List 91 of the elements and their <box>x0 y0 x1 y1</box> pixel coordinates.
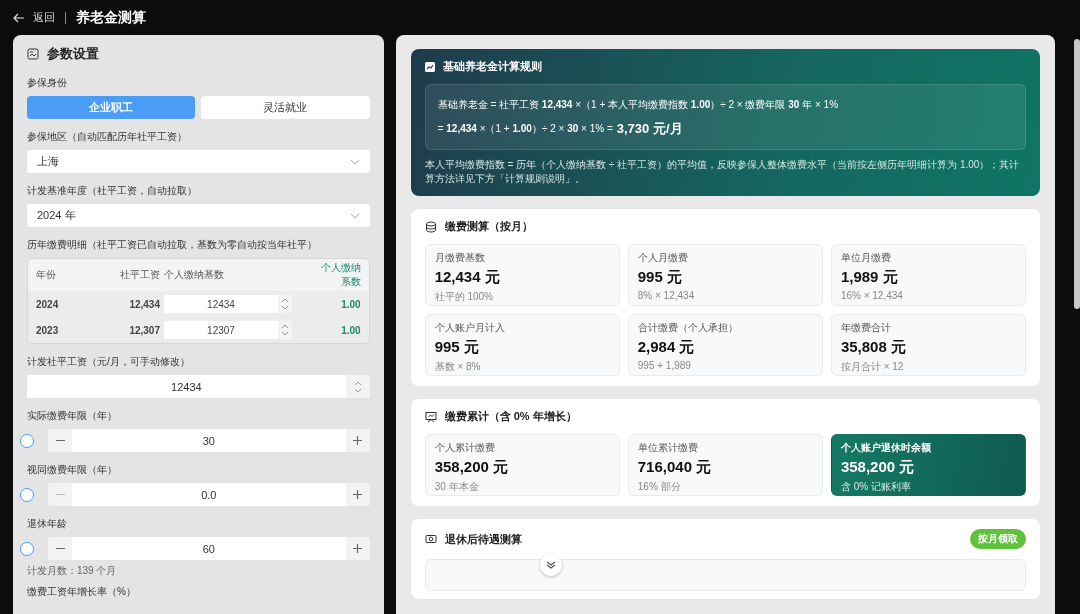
pension-result: 3,730 元/月 <box>616 120 683 138</box>
number-input[interactable]: 60 <box>72 537 346 560</box>
plus-icon <box>353 436 363 445</box>
stat-note: 16% × 12,434 <box>840 290 904 301</box>
card-title: 退休后待遇测算 <box>444 531 522 547</box>
plus-icon <box>353 544 363 553</box>
spinner-arrows-icon[interactable] <box>345 375 370 398</box>
stat-value: 12,434 元 <box>434 268 501 287</box>
field-label: 退休年龄 <box>27 517 68 531</box>
stat-value: 716,040 元 <box>637 458 713 477</box>
slider-handle[interactable] <box>20 487 34 502</box>
stat-label: 个人账户退休时余额 <box>840 441 932 455</box>
slider-handle[interactable] <box>20 541 34 556</box>
stat-note: 16% 部分 <box>637 480 682 494</box>
index-cell-text: 1.00 <box>340 298 361 310</box>
stat-label: 个人账户月计入 <box>434 321 506 335</box>
card-title: 缴费测算（按月） <box>444 219 533 234</box>
field-label: 计发社平工资（元/月，可手动修改） <box>27 355 191 369</box>
plus-button[interactable] <box>345 483 370 506</box>
field-label: 参保地区（自动匹配历年社平工资） <box>27 130 188 144</box>
spinner-arrows-icon[interactable] <box>278 321 292 339</box>
back-button[interactable]: 返回 <box>13 10 55 25</box>
stat-note: 995 + 1,989 <box>637 360 692 371</box>
field-label: 历年缴费明细（社平工资已自动拉取，基数为零自动按当年社平） <box>27 238 318 252</box>
panel-title: 参数设置 <box>47 45 99 63</box>
chart-icon <box>424 61 435 72</box>
wage-cell-text: 12,307 <box>128 324 160 336</box>
banknote-icon <box>424 533 437 545</box>
field-label: 实际缴费年限（年） <box>27 409 118 423</box>
year-dropdown[interactable]: 2024 年 <box>27 204 370 227</box>
wage-cell-text: 12,434 <box>128 298 160 310</box>
card-title: 基础养老金计算规则 <box>442 59 542 74</box>
stat-value: 358,200 元 <box>840 458 916 477</box>
stat-label: 月缴费基数 <box>434 251 486 265</box>
stat-value: 358,200 元 <box>434 458 510 477</box>
formula-text: 基础养老金 = 社平工资 12,434 ×（1 + 本人平均缴费指数 1.00）÷ 2 × 缴费年限 30 年 × 1% <box>437 98 840 112</box>
column-header: 社平工资 <box>119 268 160 282</box>
stat-value: 2,984 元 <box>637 338 696 357</box>
coins-icon <box>424 220 437 233</box>
column-header: 个人缴纳基数 <box>164 268 225 282</box>
base-input[interactable]: 12434 <box>164 295 278 313</box>
number-input[interactable]: 30 <box>72 429 346 452</box>
slider-handle[interactable] <box>20 433 34 448</box>
formula-text: = 12,434 ×（1 + 1.00）÷ 2 × 30 × 1% = <box>437 122 613 136</box>
field-label: 缴费工资年增长率（%） <box>27 585 137 599</box>
plus-button[interactable] <box>345 537 370 560</box>
status-badge: 按月领取 <box>970 529 1026 549</box>
back-arrow-icon <box>13 12 25 23</box>
stat-value: 995 元 <box>637 268 683 287</box>
stat-note: 社平的 100% <box>434 290 494 304</box>
plus-icon <box>353 490 363 499</box>
stat-note: 含 0% 记账利率 <box>840 480 912 494</box>
stat-note: 30 年本金 <box>434 480 480 494</box>
stat-value: 35,808 元 <box>840 338 907 357</box>
card-title: 缴费累计（含 0% 年增长） <box>444 409 577 424</box>
stat-value: 995 元 <box>434 338 480 357</box>
field-label: 视同缴费年限（年） <box>27 463 118 477</box>
field-label: 计发基准年度（社平工资，自动拉取） <box>27 184 198 198</box>
stat-value: 1,989 元 <box>840 268 899 287</box>
wage-input[interactable]: 12434 <box>27 375 346 398</box>
identity-option[interactable]: 灵活就业 <box>201 96 370 119</box>
settings-icon <box>27 48 39 60</box>
year-cell-text: 2024 <box>36 298 60 310</box>
stat-label: 个人月缴费 <box>637 251 689 265</box>
region-dropdown[interactable]: 上海 <box>27 150 370 173</box>
stat-label: 个人累计缴费 <box>434 441 496 455</box>
stat-note: 基数 × 8% <box>434 360 482 374</box>
stat-note: 按月合计 × 12 <box>840 360 905 374</box>
column-header: 个人缴纳系数 <box>320 261 361 289</box>
scrollbar[interactable] <box>1074 39 1080 309</box>
stat-label: 年缴费合计 <box>840 321 892 335</box>
spinner-arrows-icon[interactable] <box>278 295 292 313</box>
presentation-icon <box>424 410 437 423</box>
chevron-down-icon <box>545 560 556 570</box>
chevron-down-icon <box>349 212 360 219</box>
stat-label: 单位月缴费 <box>840 251 892 265</box>
number-input[interactable]: 0.0 <box>72 483 346 506</box>
year-cell-text: 2023 <box>36 324 60 336</box>
chevron-down-icon <box>349 158 360 165</box>
index-cell-text: 1.00 <box>340 324 361 336</box>
scroll-down-button[interactable] <box>539 554 562 576</box>
stat-note: 8% × 12,434 <box>637 290 696 301</box>
hint-text: 计发月数：139 个月 <box>27 564 118 578</box>
stat-label: 单位累计缴费 <box>637 441 699 455</box>
stat-label: 合计缴费（个人承担） <box>637 321 739 335</box>
base-input[interactable]: 12307 <box>164 321 278 339</box>
rule-note: 本人平均缴费指数 = 历年（个人缴纳基数 ÷ 社平工资）的平均值，反映参保人整体缴费水平（当前按左侧历年明细计算为 1.00）；其计算方法详见下方「计算规则说明」。 <box>424 158 1021 186</box>
column-header: 年份 <box>36 268 57 282</box>
field-label: 参保身份 <box>27 76 68 90</box>
plus-button[interactable] <box>345 429 370 452</box>
page-title: 养老金测算 <box>76 8 146 27</box>
